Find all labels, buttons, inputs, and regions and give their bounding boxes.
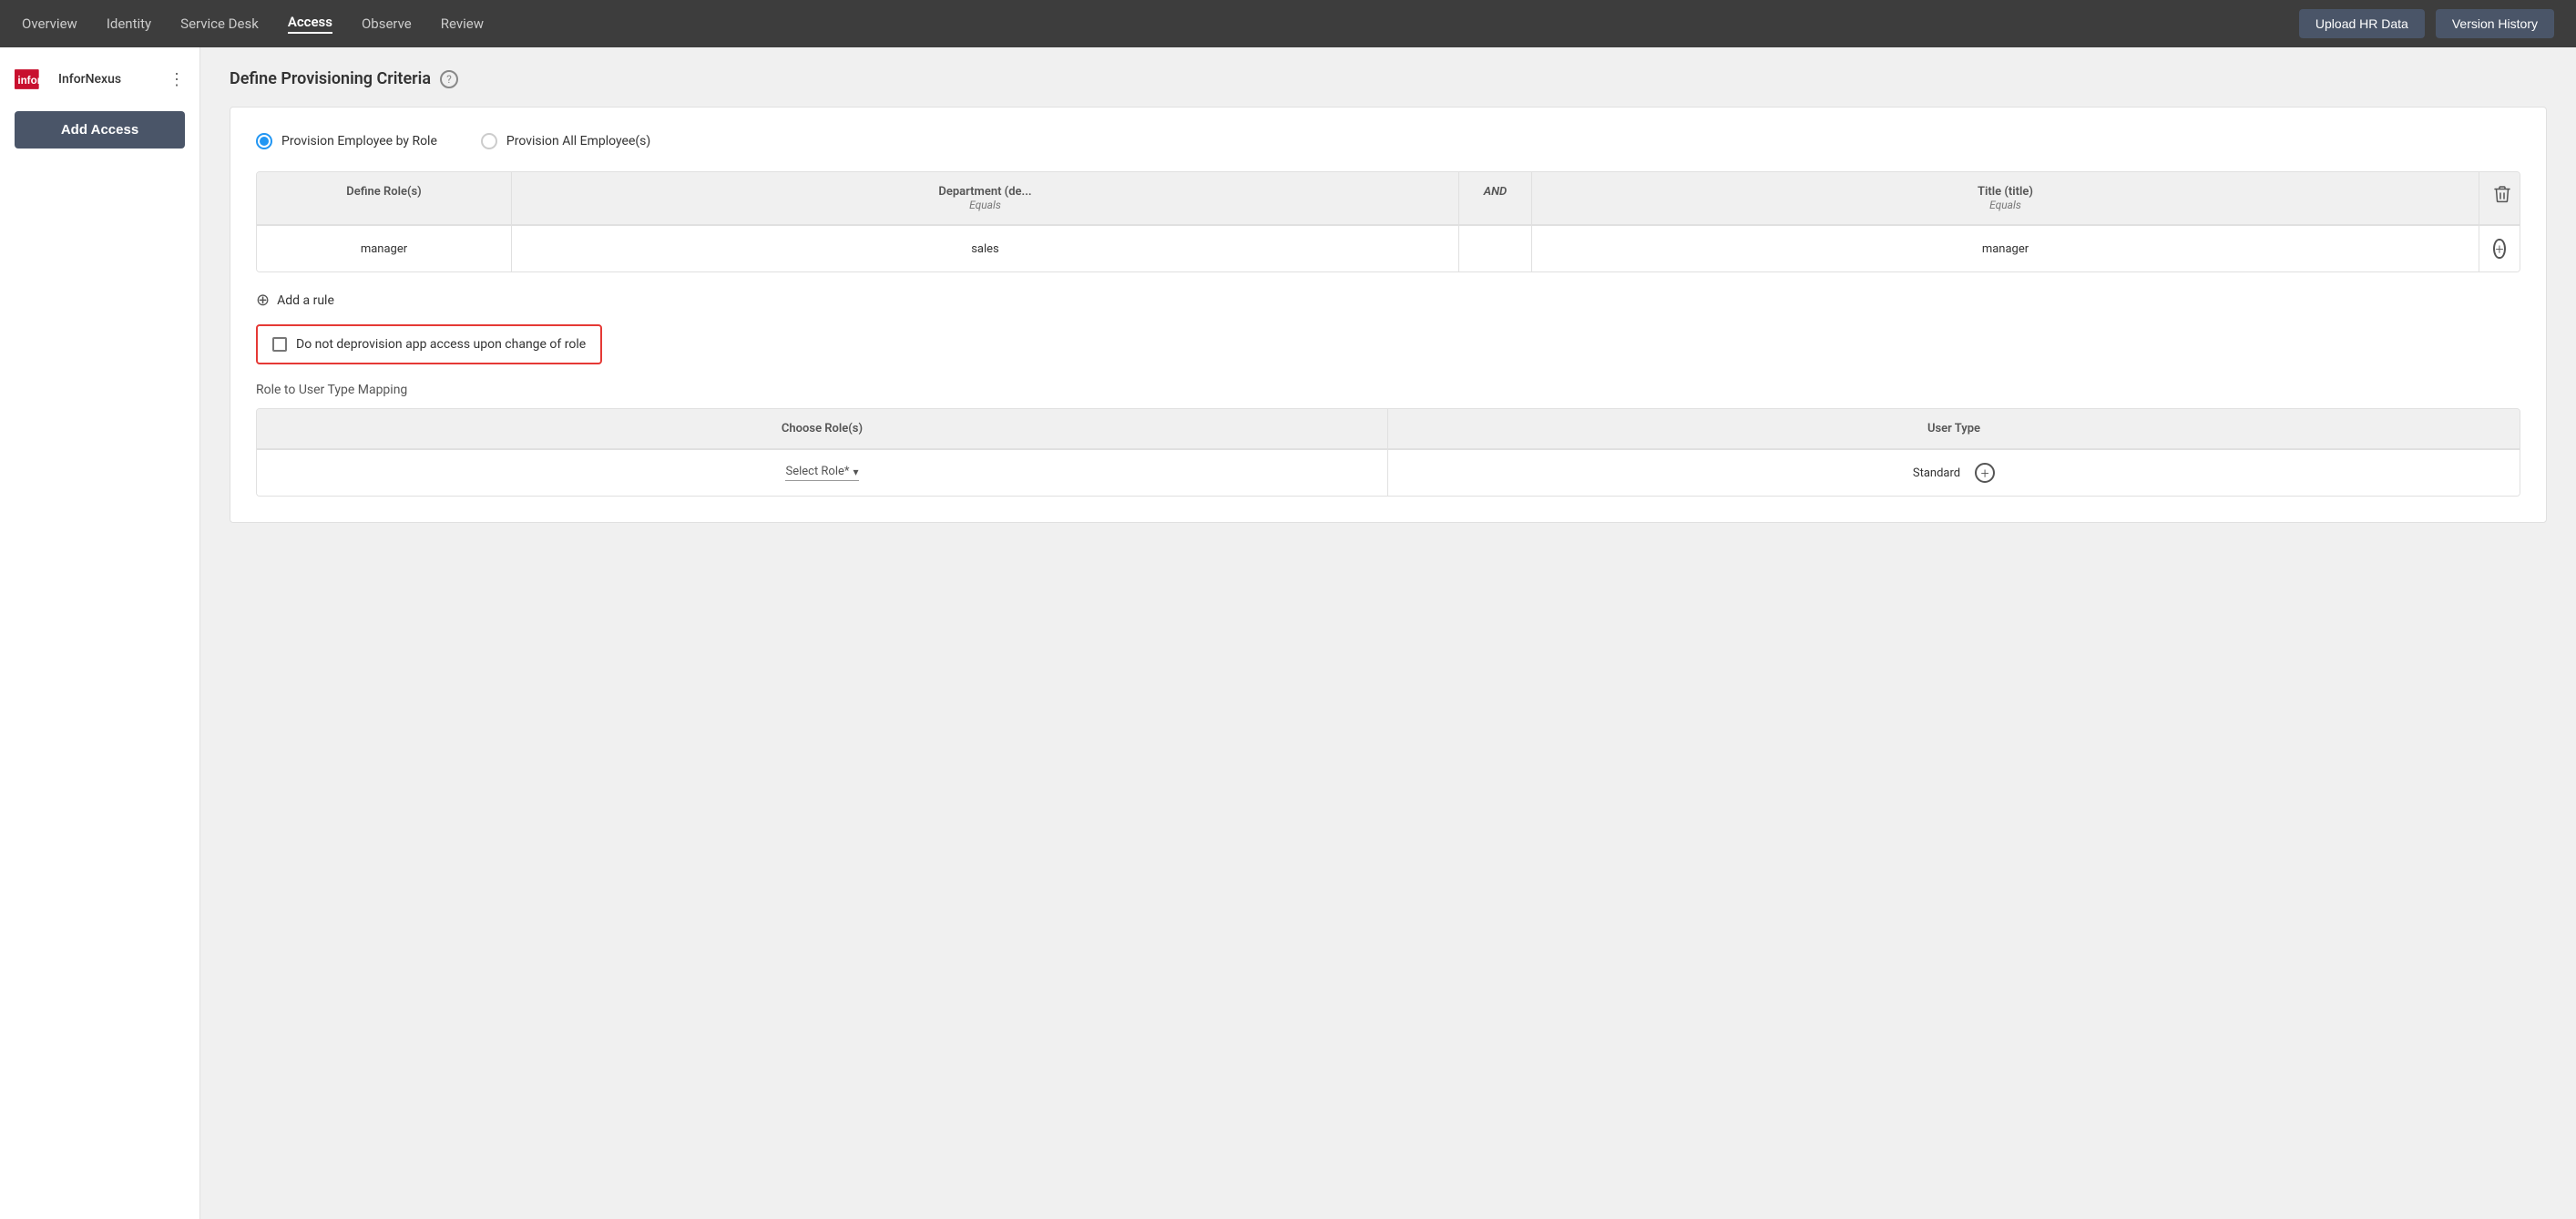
radio-group: Provision Employee by Role Provision All…: [256, 133, 2520, 149]
main-content: Define Provisioning Criteria ? Provision…: [200, 47, 2576, 1219]
delete-row-button[interactable]: [2494, 185, 2510, 203]
add-access-button[interactable]: Add Access: [15, 111, 185, 149]
add-rule-icon: ⊕: [256, 291, 270, 310]
add-row-button[interactable]: +: [2493, 239, 2505, 259]
page-title: Define Provisioning Criteria: [230, 69, 431, 88]
table-row: manager sales manager +: [257, 225, 2520, 271]
nav-identity[interactable]: Identity: [107, 15, 151, 32]
td-and: [1459, 226, 1532, 271]
lower-td-user-type: Standard +: [1388, 450, 2520, 496]
td-role: manager: [257, 226, 512, 271]
th-define-roles: Define Role(s): [257, 172, 512, 224]
nav-review[interactable]: Review: [441, 15, 484, 32]
th-title: Title (title) Equals: [1532, 172, 2479, 224]
select-role-placeholder: Select Role*: [785, 465, 849, 478]
radio-by-role-label: Provision Employee by Role: [281, 134, 437, 149]
sidebar-logo-text: InforNexus: [58, 72, 121, 87]
lower-table-header: Choose Role(s) User Type: [257, 409, 2520, 449]
provisioning-card: Provision Employee by Role Provision All…: [230, 107, 2547, 523]
add-rule-row: ⊕ Add a rule: [256, 291, 2520, 310]
sidebar-logo: infor InforNexus ⋮: [0, 62, 199, 104]
role-mapping-table: Choose Role(s) User Type Select Role* ▾ …: [256, 408, 2520, 497]
add-user-type-button[interactable]: +: [1975, 463, 1995, 483]
roles-table: Define Role(s) Department (de... Equals …: [256, 171, 2520, 272]
select-role-wrapper[interactable]: Select Role* ▾: [785, 465, 858, 481]
nav-access[interactable]: Access: [288, 14, 332, 34]
td-row-actions: +: [2479, 226, 2520, 271]
user-type-value: Standard: [1913, 466, 1960, 480]
chevron-down-icon: ▾: [854, 466, 859, 478]
lower-table-row: Select Role* ▾ Standard +: [257, 449, 2520, 496]
nav-links: Overview Identity Service Desk Access Ob…: [22, 14, 484, 34]
help-icon[interactable]: ?: [440, 70, 458, 88]
radio-all-employees[interactable]: Provision All Employee(s): [481, 133, 650, 149]
radio-all-employees-label: Provision All Employee(s): [506, 134, 650, 149]
version-history-button[interactable]: Version History: [2436, 9, 2554, 38]
sidebar: infor InforNexus ⋮ Add Access: [0, 47, 200, 1219]
nav-overview[interactable]: Overview: [22, 15, 77, 32]
table-header: Define Role(s) Department (de... Equals …: [257, 172, 2520, 225]
radio-by-role[interactable]: Provision Employee by Role: [256, 133, 437, 149]
radio-all-employees-circle: [481, 133, 497, 149]
deprovision-label: Do not deprovision app access upon chang…: [296, 337, 586, 352]
deprovision-checkbox-row: Do not deprovision app access upon chang…: [256, 324, 602, 364]
sidebar-menu-icon[interactable]: ⋮: [169, 70, 185, 89]
page-title-row: Define Provisioning Criteria ?: [230, 69, 2547, 88]
lower-th-choose-roles: Choose Role(s): [257, 409, 1388, 448]
infor-logo-icon: infor: [15, 69, 51, 89]
lower-th-user-type: User Type: [1388, 409, 2520, 448]
th-department: Department (de... Equals: [512, 172, 1459, 224]
upload-hr-data-button[interactable]: Upload HR Data: [2299, 9, 2425, 38]
layout: infor InforNexus ⋮ Add Access Define Pro…: [0, 47, 2576, 1219]
td-title: manager: [1532, 226, 2479, 271]
nav-observe[interactable]: Observe: [362, 15, 412, 32]
nav-service-desk[interactable]: Service Desk: [180, 15, 259, 32]
th-actions: [2479, 172, 2520, 224]
svg-text:infor: infor: [17, 75, 41, 87]
nav-actions: Upload HR Data Version History: [2299, 9, 2554, 38]
lower-td-select-role: Select Role* ▾: [257, 450, 1388, 496]
radio-by-role-circle: [256, 133, 272, 149]
role-mapping-title: Role to User Type Mapping: [256, 383, 2520, 397]
th-and: AND: [1459, 172, 1532, 224]
deprovision-checkbox[interactable]: [272, 337, 287, 352]
top-nav: Overview Identity Service Desk Access Ob…: [0, 0, 2576, 47]
td-department: sales: [512, 226, 1459, 271]
add-rule-label[interactable]: Add a rule: [277, 293, 334, 308]
logo-left: infor InforNexus: [15, 69, 121, 89]
